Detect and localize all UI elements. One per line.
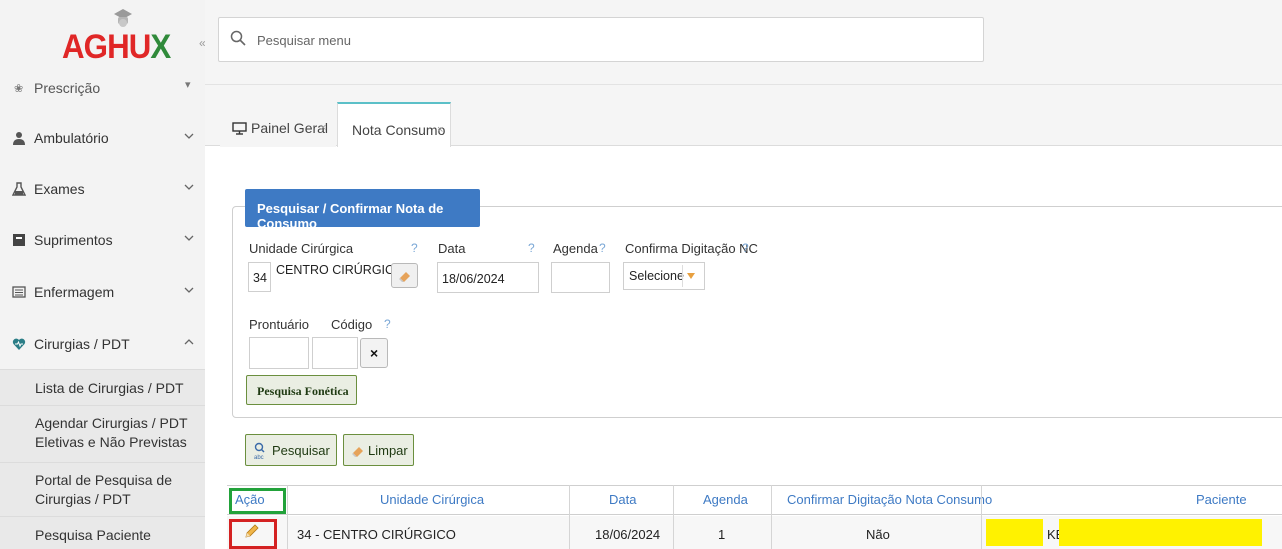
monitor-icon [232,122,247,135]
search-icon [230,30,246,46]
list-icon [12,286,26,298]
help-icon[interactable]: ? [528,241,535,255]
flask-icon [12,182,26,196]
svg-text:abc: abc [254,455,264,460]
chevron-up-icon [184,339,194,345]
sidebar-item-label: Exames [34,181,85,197]
confirma-label: Confirma Digitação NC [625,241,758,256]
chevron-down-icon [184,184,194,190]
fieldset-legend: Pesquisar / Confirmar Nota de Consumo [245,189,480,231]
sidebar-item-ambulatorio[interactable]: Ambulatório [0,113,205,163]
dropdown-arrow-icon [687,273,695,279]
logo-area: AGHUX « [0,0,206,84]
tab-painel-geral[interactable]: Painel Geral × [220,102,336,147]
sidebar-item-suprimentos[interactable]: Suprimentos [0,215,205,265]
sidebar-subitem-agendar-cirurgias[interactable]: Agendar Cirurgias / PDT Eletivas e Não P… [0,405,205,462]
search-input[interactable] [257,28,957,52]
redaction-block [1059,519,1262,546]
pill-icon: ❀ [14,83,24,95]
cell-agenda: 1 [718,527,726,542]
clear-button[interactable]: × [360,338,388,368]
sidebar-item-exames[interactable]: Exames [0,164,205,214]
unidade-code-value: 34 [253,271,267,285]
redaction-block [986,519,1043,546]
sidebar-item-label: Ambulatório [34,130,109,146]
menu-search-box[interactable] [218,17,984,62]
column-header-confirmar[interactable]: Confirmar Digitação Nota Consumo [787,492,992,507]
box-icon [13,234,25,246]
select-value: Selecione [629,269,684,283]
chevron-down-icon [184,287,194,293]
close-icon[interactable]: × [320,122,326,134]
graduation-cap-icon [114,9,132,27]
highlight-acao-header [229,488,286,514]
help-icon[interactable]: ? [384,317,391,331]
sidebar-item-label: Enfermagem [34,284,115,300]
chevron-down-icon [184,133,194,139]
data-value: 18/06/2024 [442,272,505,286]
chevron-down-icon [184,235,194,241]
eraser-icon [399,272,410,282]
pesquisa-fonetica-button[interactable]: Pesquisa Fonética [246,375,357,405]
chevron-down-icon: ▾ [185,79,191,91]
confirma-select[interactable]: Selecione [623,262,705,290]
prontuario-field[interactable] [249,337,309,369]
cell-data: 18/06/2024 [595,527,661,542]
tab-label: Painel Geral [251,120,329,136]
sidebar-item-label: Cirurgias / PDT [34,336,130,352]
unidade-label: Unidade Cirúrgica [249,241,354,256]
unidade-name-value: CENTRO CIRÚRGICO [276,263,404,277]
help-icon[interactable]: ? [411,241,418,255]
sidebar-subitem-pesquisa-paciente[interactable]: Pesquisa Paciente Cirúrgico [0,516,205,549]
agenda-label: Agenda [553,241,598,256]
search-fieldset [232,206,1282,418]
codigo-field[interactable] [312,337,358,369]
codigo-label: Código [331,317,373,332]
column-header-agenda[interactable]: Agenda [703,492,748,507]
data-label: Data [438,241,466,256]
eraser-icon [352,447,363,457]
sidebar-subitem-lista-cirurgias[interactable]: Lista de Cirurgias / PDT [0,369,205,405]
tab-label: Nota Consumo [352,122,446,138]
aghux-logo: AGHUX [62,28,171,66]
column-header-unidade[interactable]: Unidade Cirúrgica [380,492,484,507]
help-icon[interactable]: ? [599,241,606,255]
pesquisar-button[interactable]: abc Pesquisar [245,434,337,466]
help-icon[interactable]: ? [742,241,749,255]
sidebar-subitem-portal-pesquisa[interactable]: Portal de Pesquisa de Cirurgias / PDT [0,462,205,516]
column-header-data[interactable]: Data [609,492,636,507]
sidebar-item-label: Prescrição [34,80,101,96]
sidebar-item-prescricao[interactable]: Prescrição ❀ ▾ [0,76,205,98]
prontuario-label: Prontuário [249,317,309,332]
heart-icon [12,338,26,350]
agenda-field[interactable] [551,262,610,293]
sidebar-item-cirurgias[interactable]: Cirurgias / PDT [0,319,205,369]
highlight-edit-action [229,519,277,549]
close-icon[interactable]: × [437,124,443,136]
search-abc-icon: abc [254,442,265,460]
cell-unidade: 34 - CENTRO CIRÚRGICO [297,527,456,542]
sidebar-item-label: Suprimentos [34,232,113,248]
doctor-icon [13,132,25,145]
cell-confirmar: Não [866,527,890,542]
limpar-button[interactable]: Limpar [343,434,414,466]
sidebar-item-enfermagem[interactable]: Enfermagem [0,267,205,317]
tab-nota-consumo[interactable]: Nota Consumo × [337,102,451,147]
close-icon: × [370,345,379,361]
column-header-paciente[interactable]: Paciente [1196,492,1247,507]
lookup-button[interactable] [391,263,418,288]
